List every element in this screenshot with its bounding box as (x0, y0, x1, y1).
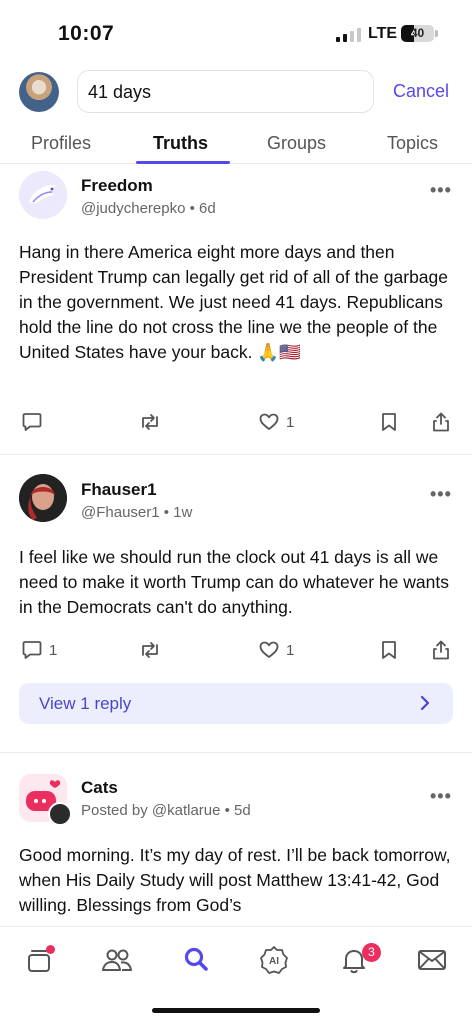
ai-icon: AI (260, 946, 288, 974)
eagle-icon (29, 184, 57, 204)
search-input[interactable]: 41 days (77, 70, 374, 113)
nav-groups[interactable] (100, 943, 134, 977)
author-handle[interactable]: @judycherepko • 6d (81, 200, 216, 217)
heart-icon (259, 413, 279, 430)
post-actions: 1 (0, 411, 472, 437)
cellular-signal-icon (336, 28, 361, 42)
nav-search[interactable] (179, 943, 213, 977)
search-icon (184, 947, 208, 971)
author-name[interactable]: Fhauser1 (81, 480, 157, 500)
home-indicator (152, 1008, 320, 1013)
bookmark-icon (382, 641, 396, 659)
retruth-button[interactable] (138, 411, 162, 433)
post-text: Hang in there America eight more days an… (19, 242, 448, 362)
reply-count: 1 (49, 641, 58, 659)
comment-icon (22, 641, 42, 659)
tab-topics[interactable]: Topics (387, 133, 438, 154)
reply-button[interactable] (21, 411, 43, 433)
battery-icon: 40 (401, 25, 434, 42)
feed-new-indicator (46, 945, 55, 954)
status-bar: 10:07 LTE 40 (0, 0, 472, 64)
more-options-icon[interactable]: ••• (430, 786, 452, 807)
active-tab-indicator (136, 161, 230, 164)
view-replies-button[interactable]: View 1 reply (19, 683, 453, 724)
comment-icon (22, 413, 42, 431)
bookmark-button[interactable] (379, 411, 399, 433)
battery-level: 40 (410, 26, 425, 40)
svg-text:AI: AI (269, 956, 279, 967)
more-options-icon[interactable]: ••• (430, 180, 452, 201)
like-count: 1 (286, 641, 295, 659)
divider (0, 454, 472, 455)
search-tabs: Profiles Truths Groups Topics (0, 130, 472, 164)
like-button[interactable]: 1 (258, 639, 294, 661)
tab-groups[interactable]: Groups (267, 133, 326, 154)
more-options-icon[interactable]: ••• (430, 484, 452, 505)
divider (0, 752, 472, 753)
repost-icon (142, 414, 158, 430)
avatar[interactable] (19, 171, 67, 219)
retruth-button[interactable] (138, 639, 162, 661)
profile-photo (19, 474, 67, 522)
notification-badge: 3 (362, 943, 381, 962)
like-button[interactable]: 1 (258, 411, 294, 433)
network-type: LTE (368, 25, 398, 42)
repost-icon (142, 642, 158, 658)
nav-ai[interactable]: AI (257, 943, 291, 977)
post-text: Good morning. It’s my day of rest. I’ll … (19, 845, 451, 915)
tab-truths[interactable]: Truths (153, 133, 208, 154)
author-name[interactable]: Freedom (81, 176, 153, 196)
like-count: 1 (286, 413, 295, 431)
search-header: 41 days Cancel (0, 70, 472, 114)
user-avatar[interactable] (19, 72, 59, 112)
group-name[interactable]: Cats (81, 778, 118, 798)
chevron-right-icon (420, 695, 430, 711)
author-handle[interactable]: @Fhauser1 • 1w (81, 504, 192, 521)
mail-icon (418, 950, 446, 970)
view-replies-label: View 1 reply (39, 694, 132, 713)
share-icon (433, 640, 449, 660)
share-icon (433, 412, 449, 432)
tab-profiles[interactable]: Profiles (31, 133, 91, 154)
heart-icon (259, 641, 279, 658)
poster-avatar[interactable] (48, 802, 72, 826)
bookmark-button[interactable] (379, 639, 399, 661)
avatar[interactable] (19, 474, 67, 522)
nav-messages[interactable] (415, 943, 449, 977)
cancel-button[interactable]: Cancel (393, 81, 449, 102)
share-button[interactable] (430, 639, 452, 661)
post-actions: 1 1 (0, 639, 472, 665)
share-button[interactable] (430, 411, 452, 433)
status-time: 10:07 (58, 22, 115, 45)
people-icon (102, 949, 132, 971)
reply-button[interactable]: 1 (21, 639, 57, 661)
post-text: I feel like we should run the clock out … (19, 547, 449, 617)
bookmark-icon (382, 413, 396, 431)
posted-by[interactable]: Posted by @katlarue • 5d (81, 802, 251, 819)
